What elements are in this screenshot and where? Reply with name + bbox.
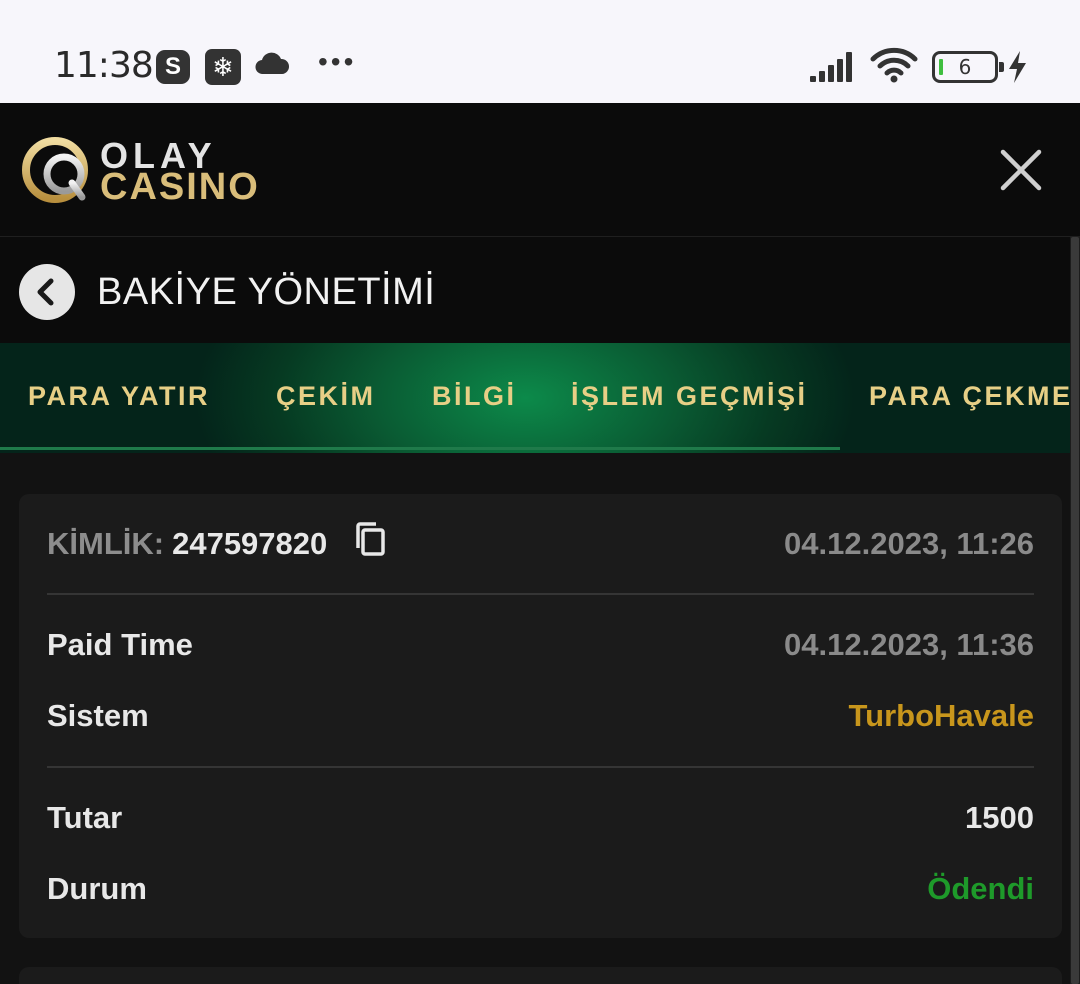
next-transaction-card [19,967,1062,984]
tab-para-yatir[interactable]: PARA YATIR [28,381,210,412]
close-icon [1000,149,1042,191]
tab-bilgi[interactable]: BİLGİ [432,381,517,412]
page-header: BAKİYE YÖNETİMİ [0,237,1070,343]
paid-time-row: Paid Time 04.12.2023, 11:36 [47,627,1034,671]
amount-value: 1500 [965,800,1034,835]
copy-icon[interactable] [354,521,386,565]
id-value: 247597820 [172,526,328,561]
status-time: 11:38 [54,45,154,86]
system-label: Sistem [47,698,149,733]
battery-level: 6 [958,55,972,79]
status-row: Durum Ödendi [47,871,1034,915]
divider [47,593,1034,595]
close-button[interactable] [996,145,1046,195]
amount-row: Tutar 1500 [47,800,1034,844]
app-header: OLAY CASINO [0,103,1080,237]
system-row: Sistem TurboHavale [47,698,1034,742]
status-value: Ödendi [927,871,1034,906]
transaction-id-row: KİMLİK: 247597820 04.12.2023, 11:26 [47,522,1034,570]
amount-label: Tutar [47,800,123,835]
snowflake-icon: ❄ [205,49,241,85]
wifi-icon [870,46,918,89]
system-value: TurboHavale [848,698,1034,733]
transaction-card: KİMLİK: 247597820 04.12.2023, 11:26 Paid … [19,494,1062,938]
chevron-left-icon [37,278,54,306]
tab-underline [0,447,840,450]
scrollbar-thumb[interactable] [1071,237,1079,984]
back-button[interactable] [19,264,75,320]
page-title: BAKİYE YÖNETİMİ [97,271,436,313]
casino-logo[interactable]: OLAY CASINO [20,133,310,208]
more-dots-icon: ••• [318,46,357,77]
divider [47,766,1034,768]
content-area: KİMLİK: 247597820 04.12.2023, 11:26 Paid … [0,453,1070,984]
skype-icon: S [156,50,190,84]
tab-islem-gecmisi[interactable]: İŞLEM GEÇMİŞİ [571,381,808,412]
created-time: 04.12.2023, 11:26 [784,526,1034,561]
id-label: KİMLİK: [47,526,165,561]
transaction-id: KİMLİK: 247597820 [47,522,386,565]
tab-bar: PARA YATIR ÇEKİM BİLGİ İŞLEM GEÇMİŞİ PAR… [0,343,1070,453]
charging-bolt-icon [1006,50,1028,89]
status-label: Durum [47,871,147,906]
signal-icon [808,50,858,89]
paid-time-value: 04.12.2023, 11:36 [784,627,1034,662]
battery-icon: 6 [932,51,1004,83]
tab-cekim[interactable]: ÇEKİM [276,381,376,412]
cloud-icon [254,52,290,81]
status-bar: 11:38 S ❄ ••• 6 [0,0,1080,103]
logo-text-bottom: CASINO [100,166,260,208]
tab-para-cekme[interactable]: PARA ÇEKME [869,381,1070,412]
paid-time-label: Paid Time [47,627,193,662]
